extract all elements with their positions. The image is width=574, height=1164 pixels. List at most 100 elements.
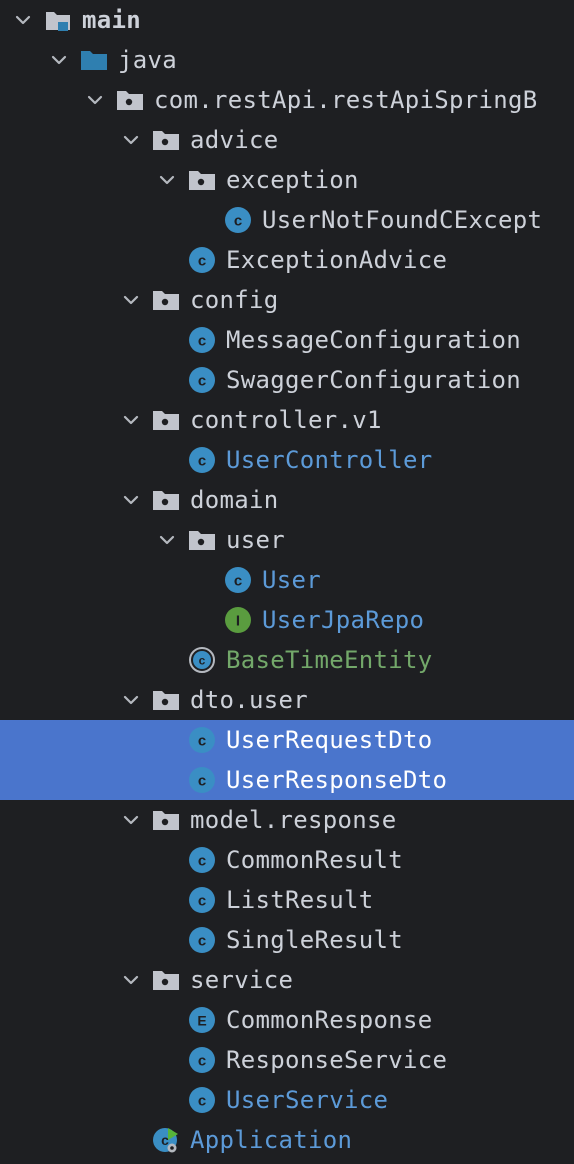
tree-item-label: controller.v1: [190, 406, 382, 434]
svg-text:I: I: [236, 613, 240, 630]
tree-item-label: user: [226, 526, 285, 554]
tree-row[interactable]: domain: [0, 480, 574, 520]
chevron-down-icon[interactable]: [14, 11, 32, 29]
tree-row[interactable]: E CommonResponse: [0, 1000, 574, 1040]
tree-item-label: CommonResult: [226, 846, 403, 874]
tree-row[interactable]: c UserController: [0, 440, 574, 480]
package-icon: [116, 86, 144, 114]
package-icon: [188, 526, 216, 554]
svg-text:E: E: [197, 1013, 206, 1029]
tree-item-label: advice: [190, 126, 279, 154]
tree-item-label: com.restApi.restApiSpringB: [154, 86, 538, 114]
tree-item-label: CommonResponse: [226, 1006, 433, 1034]
project-tree: main java com.restApi.restApiSpringB advice…: [0, 0, 574, 1164]
tree-row[interactable]: config: [0, 280, 574, 320]
chevron-down-icon[interactable]: [86, 91, 104, 109]
chevron-down-icon[interactable]: [122, 411, 140, 429]
package-icon: [152, 286, 180, 314]
tree-item-label: service: [190, 966, 294, 994]
tree-row[interactable]: c ListResult: [0, 880, 574, 920]
tree-row[interactable]: controller.v1: [0, 400, 574, 440]
tree-item-label: UserResponseDto: [226, 766, 448, 794]
chevron-down-icon[interactable]: [158, 531, 176, 549]
tree-row[interactable]: c SwaggerConfiguration: [0, 360, 574, 400]
tree-row[interactable]: c ExceptionAdvice: [0, 240, 574, 280]
class-icon: c: [188, 446, 216, 474]
chevron-down-icon[interactable]: [122, 971, 140, 989]
svg-text:c: c: [198, 853, 206, 870]
class-icon: c: [188, 366, 216, 394]
package-icon: [152, 486, 180, 514]
chevron-down-icon[interactable]: [122, 811, 140, 829]
tree-item-label: model.response: [190, 806, 397, 834]
chevron-down-icon[interactable]: [158, 171, 176, 189]
tree-row[interactable]: c SingleResult: [0, 920, 574, 960]
tree-item-label: UserNotFoundCExcept: [262, 206, 543, 234]
svg-text:c: c: [198, 453, 206, 470]
package-icon: [152, 966, 180, 994]
svg-text:c: c: [198, 1053, 206, 1070]
tree-row[interactable]: c MessageConfiguration: [0, 320, 574, 360]
svg-text:c: c: [198, 733, 206, 750]
svg-text:c: c: [234, 213, 242, 230]
tree-row[interactable]: model.response: [0, 800, 574, 840]
tree-item-label: dto.user: [190, 686, 308, 714]
tree-row[interactable]: c User: [0, 560, 574, 600]
tree-item-label: UserJpaRepo: [262, 606, 425, 634]
tree-row[interactable]: user: [0, 520, 574, 560]
package-icon: [152, 406, 180, 434]
tree-row[interactable]: I UserJpaRepo: [0, 600, 574, 640]
chevron-down-icon[interactable]: [50, 51, 68, 69]
tree-row[interactable]: c UserResponseDto: [0, 760, 574, 800]
class-icon: c: [188, 886, 216, 914]
class-icon: c: [188, 766, 216, 794]
tree-row[interactable]: c ResponseService: [0, 1040, 574, 1080]
tree-row[interactable]: service: [0, 960, 574, 1000]
tree-row[interactable]: com.restApi.restApiSpringB: [0, 80, 574, 120]
tree-row[interactable]: main: [0, 0, 574, 40]
class-icon: c: [188, 726, 216, 754]
chevron-down-icon[interactable]: [122, 691, 140, 709]
tree-item-label: domain: [190, 486, 279, 514]
class-icon: c: [188, 926, 216, 954]
tree-item-label: BaseTimeEntity: [226, 646, 433, 674]
class-icon: c: [188, 1086, 216, 1114]
abstract-class-icon: c: [188, 646, 216, 674]
spring-app-class-icon: c: [152, 1126, 180, 1154]
enum-icon: E: [188, 1006, 216, 1034]
folder-main-icon: [44, 6, 72, 34]
class-icon: c: [188, 846, 216, 874]
tree-row[interactable]: advice: [0, 120, 574, 160]
svg-text:c: c: [198, 373, 206, 390]
package-icon: [152, 806, 180, 834]
chevron-down-icon[interactable]: [122, 291, 140, 309]
tree-row[interactable]: java: [0, 40, 574, 80]
source-folder-icon: [80, 46, 108, 74]
chevron-down-icon[interactable]: [122, 491, 140, 509]
tree-item-label: MessageConfiguration: [226, 326, 521, 354]
chevron-down-icon[interactable]: [122, 131, 140, 149]
interface-icon: I: [224, 606, 252, 634]
tree-row[interactable]: dto.user: [0, 680, 574, 720]
tree-item-label: ResponseService: [226, 1046, 448, 1074]
tree-row[interactable]: c UserService: [0, 1080, 574, 1120]
svg-text:c: c: [198, 933, 206, 950]
tree-row[interactable]: c Application: [0, 1120, 574, 1160]
tree-row[interactable]: c UserRequestDto: [0, 720, 574, 760]
svg-text:c: c: [198, 333, 206, 350]
tree-item-label: ExceptionAdvice: [226, 246, 448, 274]
tree-row[interactable]: c UserNotFoundCExcept: [0, 200, 574, 240]
tree-item-label: UserController: [226, 446, 433, 474]
svg-text:c: c: [198, 253, 206, 270]
class-icon: c: [188, 246, 216, 274]
tree-item-label: SingleResult: [226, 926, 403, 954]
tree-row[interactable]: exception: [0, 160, 574, 200]
svg-text:c: c: [161, 1132, 169, 1148]
package-icon: [188, 166, 216, 194]
tree-row[interactable]: c CommonResult: [0, 840, 574, 880]
class-icon: c: [224, 566, 252, 594]
svg-text:c: c: [234, 573, 242, 590]
tree-row[interactable]: c BaseTimeEntity: [0, 640, 574, 680]
tree-item-label: exception: [226, 166, 359, 194]
svg-text:c: c: [198, 773, 206, 790]
